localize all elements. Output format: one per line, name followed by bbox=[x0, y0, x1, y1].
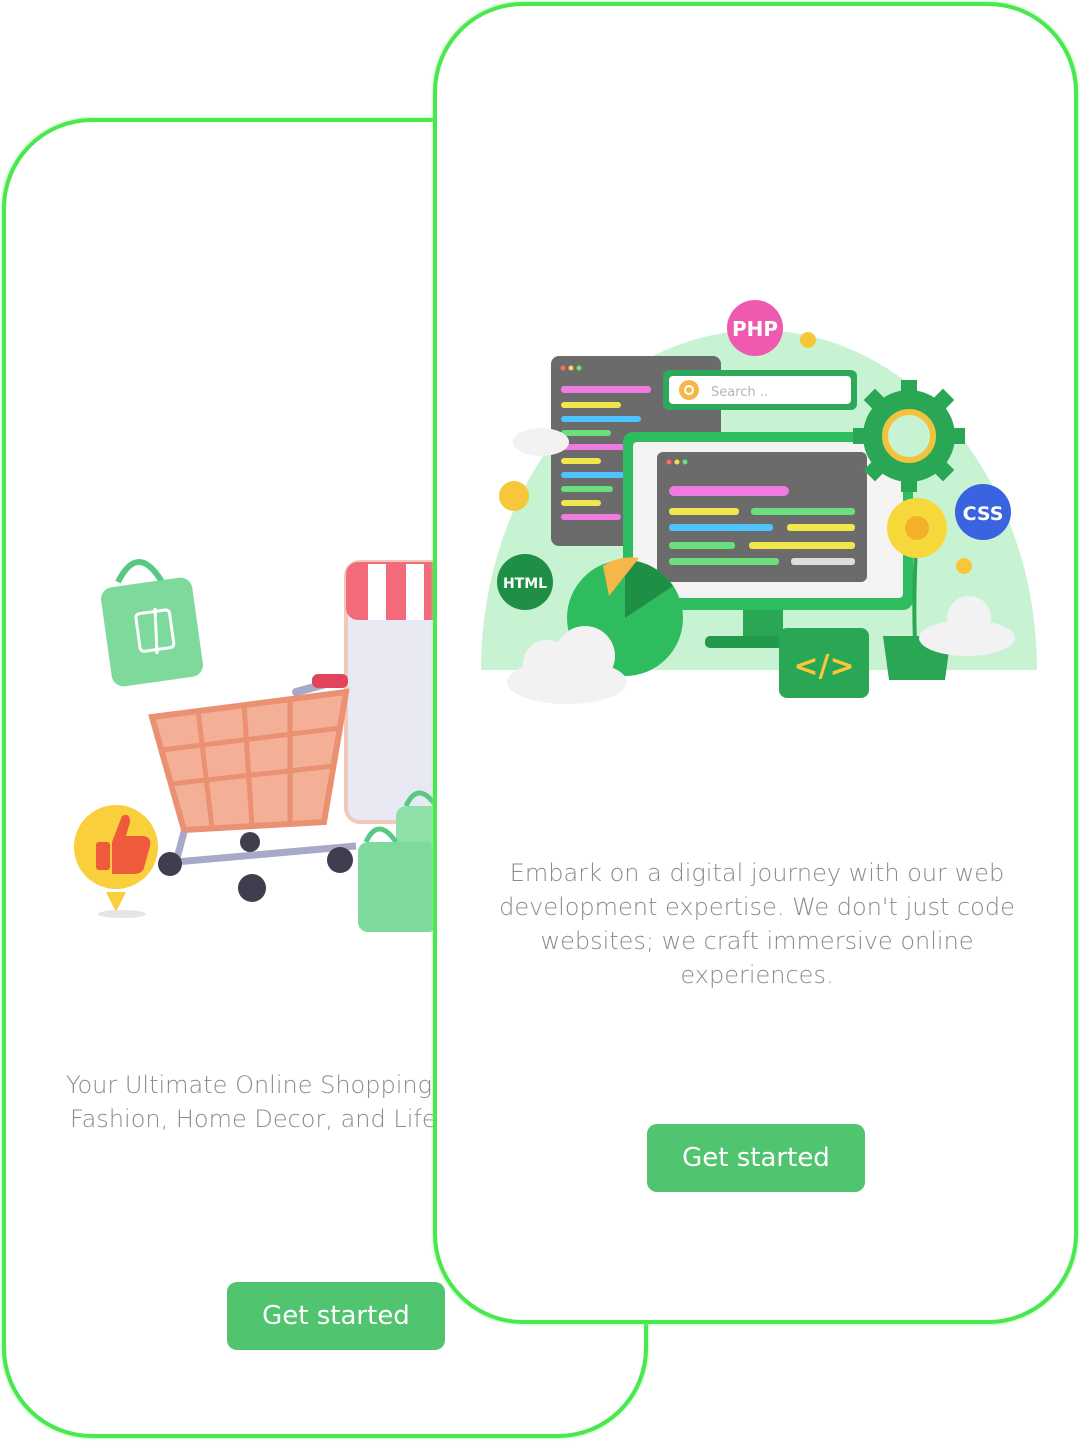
search-placeholder-text: Search .. bbox=[711, 385, 768, 400]
webdev-onboarding-screen: Search .. </> PHP CSS HTML Embark on a d… bbox=[433, 2, 1078, 1324]
storefront-phone-icon bbox=[344, 560, 446, 824]
shopping-cart-illustration bbox=[74, 559, 446, 932]
php-badge-text: PHP bbox=[732, 317, 778, 341]
css-badge: CSS bbox=[955, 484, 1011, 540]
code-tag-text: </> bbox=[793, 649, 854, 684]
gift-bag-icon bbox=[101, 559, 203, 687]
web-development-illustration: Search .. </> PHP CSS HTML bbox=[481, 300, 1037, 704]
gear-icon bbox=[853, 380, 965, 492]
webdev-get-started-button[interactable]: Get started bbox=[647, 1124, 865, 1192]
webdev-caption: Embark on a digital journey with our web… bbox=[499, 859, 1015, 989]
html-badge: HTML bbox=[497, 554, 553, 610]
shopping-get-started-button[interactable]: Get started bbox=[227, 1282, 445, 1350]
css-badge-text: CSS bbox=[963, 503, 1004, 525]
shopping-cart-icon bbox=[148, 674, 357, 902]
thumbs-up-icon bbox=[74, 805, 158, 912]
search-bar-graphic: Search .. bbox=[663, 370, 857, 410]
html-badge-text: HTML bbox=[503, 576, 547, 592]
php-badge: PHP bbox=[727, 300, 783, 356]
code-tag-icon: </> bbox=[779, 628, 869, 698]
search-icon bbox=[679, 380, 699, 400]
